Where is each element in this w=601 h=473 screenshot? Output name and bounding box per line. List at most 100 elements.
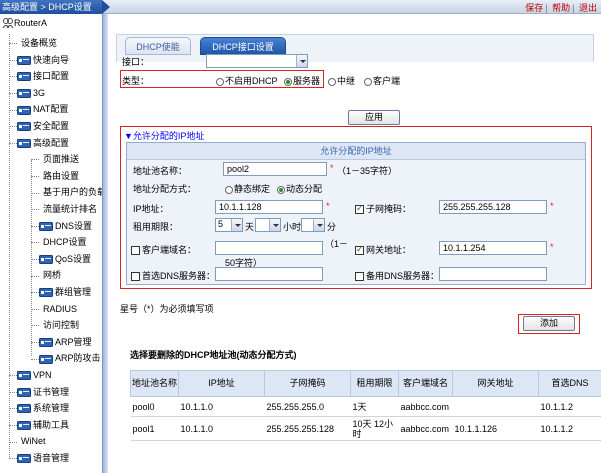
folder-icon[interactable] [17, 88, 31, 98]
checkbox-checked-icon[interactable] [355, 244, 364, 256]
sidebar-item[interactable]: RADIUS [22, 302, 77, 316]
sidebar-item[interactable]: NAT配置 [0, 102, 68, 116]
sidebar-item[interactable]: 接口配置 [0, 69, 69, 83]
type-option-disabled[interactable]: 不启用DHCP [216, 74, 278, 87]
add-button[interactable]: 添加 [523, 316, 575, 331]
help-link[interactable]: 帮助 [552, 3, 570, 13]
sidebar-item[interactable]: 3G [0, 86, 45, 100]
folder-icon[interactable] [17, 122, 31, 132]
sidebar-item[interactable]: 安全配置 [0, 119, 69, 133]
folder-icon[interactable] [17, 105, 31, 115]
cell: 10天 12小时 [350, 416, 399, 441]
folder-open-icon[interactable] [17, 138, 31, 148]
sidebar-item[interactable]: ARP防攻击 [22, 351, 101, 365]
sidebar-item[interactable]: 网桥 [22, 268, 61, 282]
radio-icon[interactable] [364, 77, 372, 86]
save-link[interactable]: 保存 [525, 3, 543, 13]
tree-connector [31, 159, 39, 161]
sidebar-item[interactable]: 基于用户的负载 [22, 185, 102, 199]
lease-hours-select[interactable] [255, 218, 281, 232]
folder-icon[interactable] [17, 72, 31, 82]
sidebar-item[interactable]: 证书管理 [0, 385, 69, 399]
sidebar-item[interactable]: VPN [0, 368, 52, 382]
pool-name-input[interactable]: pool2 [223, 162, 327, 176]
dns2-checkbox-group[interactable]: 备用DNS服务器： [355, 269, 439, 282]
gateway-input[interactable]: 10.1.1.254 [439, 241, 547, 255]
chevron-down-icon[interactable] [296, 55, 307, 67]
lease-minutes-select[interactable] [301, 218, 325, 232]
table-row[interactable]: pool0 10.1.1.0 255.255.255.0 1天 aabbcc.c… [130, 396, 601, 417]
radio-checked-icon[interactable] [284, 77, 292, 86]
sidebar-item[interactable]: DHCP设置 [22, 235, 87, 249]
sidebar-item[interactable]: ARP管理 [22, 335, 92, 349]
interface-select[interactable] [206, 54, 308, 68]
checkbox-icon[interactable] [131, 272, 140, 282]
type-option-relay[interactable]: 中继 [328, 74, 355, 87]
folder-icon[interactable] [17, 420, 31, 430]
radio-icon[interactable] [328, 77, 336, 86]
sidebar-item[interactable]: 快速向导 [0, 53, 69, 67]
alloc-option-dynamic[interactable]: 动态分配 [277, 182, 322, 195]
type-label: 类型： [122, 76, 150, 86]
folder-icon[interactable] [39, 354, 53, 364]
folder-icon[interactable] [39, 288, 53, 298]
type-option-server[interactable]: 服务器 [284, 74, 320, 87]
apply-button[interactable]: 应用 [348, 110, 400, 125]
cell: 255.255.255.128 [264, 416, 351, 441]
sidebar-item[interactable]: 辅助工具 [0, 418, 69, 432]
folder-icon[interactable] [17, 387, 31, 397]
sidebar-item[interactable]: DNS设置 [22, 219, 92, 233]
sidebar-item[interactable]: QoS设置 [22, 252, 91, 266]
sidebar-item[interactable]: 群组管理 [22, 285, 91, 299]
sidebar-item[interactable]: 设备概览 [0, 36, 57, 50]
folder-icon[interactable] [39, 221, 53, 231]
dns1-input[interactable] [215, 267, 323, 281]
sidebar-item[interactable]: 流量统计排名 [22, 202, 97, 216]
checkbox-icon[interactable] [355, 272, 364, 282]
sidebar-item[interactable]: 页面推送 [22, 152, 79, 166]
folder-icon[interactable] [17, 371, 31, 381]
radio-icon[interactable] [216, 77, 224, 86]
logout-link[interactable]: 退出 [579, 3, 597, 13]
chevron-down-icon[interactable] [231, 219, 242, 231]
dns2-input[interactable] [439, 267, 547, 281]
folder-icon[interactable] [17, 55, 31, 65]
folder-icon[interactable] [39, 254, 53, 264]
sidebar-item[interactable]: 系统管理 [0, 401, 69, 415]
checkbox-icon[interactable] [131, 246, 140, 256]
mask-input[interactable]: 255.255.255.128 [439, 200, 547, 214]
sidebar-item[interactable]: 访问控制 [22, 318, 79, 332]
folder-icon[interactable] [17, 454, 31, 464]
client-domain-checkbox-group[interactable]: 客户端域名： [131, 243, 196, 256]
sidebar-item[interactable]: 语音管理 [0, 451, 69, 465]
tree-connector [9, 458, 17, 460]
radio-checked-icon[interactable] [277, 185, 285, 194]
type-option-client[interactable]: 客户端 [364, 74, 400, 87]
client-domain-input[interactable] [215, 241, 323, 255]
tree-root[interactable]: RouterA [2, 18, 47, 32]
tab-dhcp-interface[interactable]: DHCP接口设置 [200, 37, 286, 55]
pool-section-title[interactable]: ▼允许分配的IP地址 [124, 129, 204, 142]
folder-icon[interactable] [17, 404, 31, 414]
lease-days-select[interactable]: 5 [215, 218, 243, 232]
ip-input[interactable]: 10.1.1.128 [215, 200, 323, 214]
sidebar-item[interactable]: 高级配置 [0, 136, 69, 150]
dns1-checkbox-group[interactable]: 首选DNS服务器： [131, 269, 215, 282]
checkbox-checked-icon[interactable] [355, 203, 364, 215]
required-star: * [550, 242, 554, 252]
gateway-checkbox-group[interactable]: 网关地址： [355, 243, 411, 256]
cell: pool0 [130, 396, 179, 417]
mask-checkbox-group[interactable]: 子网掩码： [355, 202, 411, 215]
chevron-down-icon[interactable] [313, 219, 324, 231]
required-star: * [326, 201, 330, 211]
tree-connector [9, 424, 17, 426]
folder-icon[interactable] [39, 337, 53, 347]
sidebar-item[interactable]: 路由设置 [22, 169, 79, 183]
chevron-down-icon[interactable] [269, 219, 280, 231]
tab-dhcp-enable[interactable]: DHCP使能 [125, 37, 191, 55]
dns2-label: 备用DNS服务器： [366, 271, 440, 281]
table-row[interactable]: pool1 10.1.1.0 255.255.255.128 10天 12小时 … [130, 416, 601, 441]
alloc-option-static[interactable]: 静态绑定 [225, 182, 270, 195]
radio-icon[interactable] [225, 185, 233, 194]
sidebar-item[interactable]: WiNet [0, 434, 46, 448]
